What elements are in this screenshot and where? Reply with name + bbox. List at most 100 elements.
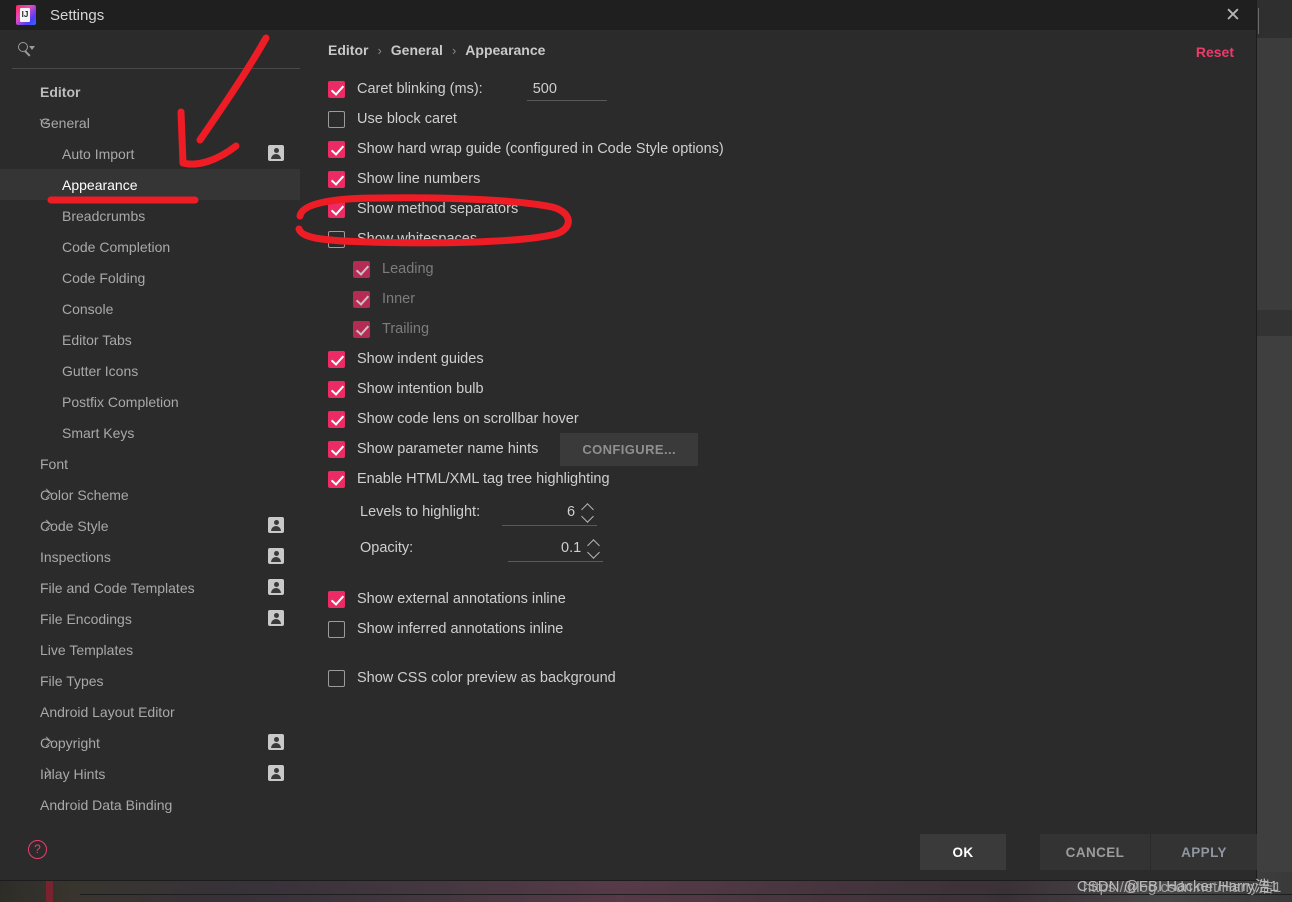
sidebar-search-row — [0, 30, 300, 68]
settings-main-panel: Editor › General › Appearance Reset Caret bl… — [300, 30, 1256, 828]
sidebar-item-label: File Encodings — [40, 610, 132, 627]
checkbox-show-whitespaces[interactable] — [328, 230, 345, 248]
dialog-body: Editor General Auto Import Appearance Breadc… — [0, 30, 1256, 828]
option-row: Show line numbers — [328, 164, 1228, 194]
ok-button[interactable]: OK — [920, 834, 1006, 870]
breadcrumb-item[interactable]: Appearance — [465, 42, 545, 58]
option-row: Show intention bulb — [328, 374, 1228, 404]
option-label: Leading — [382, 261, 434, 277]
settings-sidebar: Editor General Auto Import Appearance Breadc… — [0, 30, 300, 828]
sidebar-item-android-layout-editor[interactable]: Android Layout Editor — [0, 696, 300, 727]
checkbox-enable-html-xml-tag-tree-highlighting[interactable] — [328, 470, 345, 488]
search-icon[interactable] — [18, 42, 35, 58]
option-row: Show whitespaces — [328, 224, 1228, 254]
option-label: Show intention bulb — [357, 381, 484, 397]
checkbox-show-line-numbers[interactable] — [328, 170, 345, 188]
sidebar-item-code-completion[interactable]: Code Completion — [0, 231, 300, 262]
sidebar-item-android-data-binding[interactable]: Android Data Binding — [0, 789, 300, 820]
option-label: Show code lens on scrollbar hover — [357, 411, 579, 427]
watermark-line-b: https://blog.csdn.net/Harry浩1 — [1082, 879, 1282, 896]
sidebar-item-file-types[interactable]: File Types — [0, 665, 300, 696]
sidebar-item-auto-import[interactable]: Auto Import — [0, 138, 300, 169]
sidebar-item-label: Auto Import — [62, 145, 135, 162]
checkbox-caret-blinking-ms[interactable] — [328, 80, 345, 98]
spinner-field[interactable]: 6 — [502, 499, 598, 526]
checkbox-show-code-lens-on-scrollbar-hover[interactable] — [328, 410, 345, 428]
spinner-arrows[interactable] — [587, 538, 601, 560]
spinner-label: Opacity: — [360, 540, 414, 556]
user-scope-icon — [268, 579, 284, 595]
breadcrumb: Editor › General › Appearance — [328, 42, 545, 58]
checkbox-show-css-color-preview-as-background[interactable] — [328, 669, 345, 687]
spinner-field[interactable]: 0.1 — [508, 535, 604, 562]
sidebar-item-inspections[interactable]: Inspections — [0, 541, 300, 572]
breadcrumb-item[interactable]: Editor — [328, 42, 368, 58]
sidebar-item-smart-keys[interactable]: Smart Keys — [0, 417, 300, 448]
settings-dialog: Settings ✕ Editor General Auto Import Appea… — [0, 0, 1257, 880]
checkbox-show-external-annotations-inline[interactable] — [328, 590, 345, 608]
checkbox-show-parameter-name-hints[interactable] — [328, 440, 345, 458]
user-scope-icon — [268, 548, 284, 564]
reset-link[interactable]: Reset — [1196, 44, 1234, 60]
search-input[interactable] — [40, 36, 286, 62]
sidebar-item-live-templates[interactable]: Live Templates — [0, 634, 300, 665]
user-scope-icon — [268, 610, 284, 626]
spinner-row: Levels to highlight: 6 — [328, 494, 1228, 530]
sidebar-item-label: Live Templates — [40, 641, 134, 658]
checkbox-trailing — [353, 320, 370, 338]
option-row: Inner — [328, 284, 1228, 314]
appearance-options-list: Caret blinking (ms): Use block caret Show … — [328, 74, 1228, 693]
sidebar-item-color-scheme[interactable]: Color Scheme — [0, 479, 300, 510]
sidebar-item-general[interactable]: General — [0, 107, 300, 138]
caret-blinking-input[interactable] — [526, 77, 607, 101]
sidebar-item-copyright[interactable]: Copyright — [0, 727, 300, 758]
spinner-arrows[interactable] — [581, 502, 595, 524]
checkbox-show-intention-bulb[interactable] — [328, 380, 345, 398]
sidebar-item-postfix-completion[interactable]: Postfix Completion — [0, 386, 300, 417]
sidebar-item-label: Font — [40, 455, 69, 472]
sidebar-item-file-encodings[interactable]: File Encodings — [0, 603, 300, 634]
sidebar-item-gutter-icons[interactable]: Gutter Icons — [0, 355, 300, 386]
configure-button[interactable]: CONFIGURE... — [560, 432, 698, 466]
option-label: Show parameter name hints — [357, 441, 539, 457]
sidebar-item-font[interactable]: Font — [0, 448, 300, 479]
sidebar-item-label: Code Folding — [62, 269, 146, 286]
checkbox-use-block-caret[interactable] — [328, 110, 345, 128]
breadcrumb-item[interactable]: General — [391, 42, 443, 58]
sidebar-item-code-style[interactable]: Code Style — [0, 510, 300, 541]
option-label: Show whitespaces — [357, 231, 478, 247]
sidebar-item-console[interactable]: Console — [0, 293, 300, 324]
help-circle-icon[interactable]: ? — [28, 840, 47, 859]
search-underline — [12, 68, 300, 69]
checkbox-show-hard-wrap-guide-configured-in-code-style-options[interactable] — [328, 140, 345, 158]
dialog-footer: ? OK CANCEL APPLY — [0, 828, 1257, 880]
watermark: CSDN @FBI Hacker Harry浩1 https://blog.cs… — [1077, 875, 1282, 896]
option-row: Use block caret — [328, 104, 1228, 134]
spinner-row: Opacity: 0.1 — [328, 530, 1228, 566]
sidebar-item-breadcrumbs[interactable]: Breadcrumbs — [0, 200, 300, 231]
option-row: Show external annotations inline — [328, 584, 1228, 614]
checkbox-show-method-separators[interactable] — [328, 200, 345, 218]
sidebar-item-inlay-hints[interactable]: Inlay Hints — [0, 758, 300, 789]
checkbox-show-inferred-annotations-inline[interactable] — [328, 620, 345, 638]
apply-button[interactable]: APPLY — [1151, 834, 1257, 870]
sidebar-item-file-and-code-templates[interactable]: File and Code Templates — [0, 572, 300, 603]
option-label: Trailing — [382, 321, 430, 337]
sidebar-item-label: Gutter Icons — [62, 362, 139, 379]
breadcrumb-separator: › — [451, 42, 457, 58]
option-label: Inner — [382, 291, 416, 307]
checkbox-show-indent-guides[interactable] — [328, 350, 345, 368]
sidebar-item-editor-tabs[interactable]: Editor Tabs — [0, 324, 300, 355]
sidebar-item-label: Breadcrumbs — [62, 207, 146, 224]
background-right-pane — [1250, 0, 1292, 902]
sidebar-item-appearance[interactable]: Appearance — [0, 169, 300, 200]
sidebar-item-label: Inspections — [40, 548, 111, 565]
sidebar-item-label: Editor Tabs — [62, 331, 132, 348]
checkbox-inner — [353, 290, 370, 308]
option-label: Caret blinking (ms): — [357, 81, 483, 97]
sidebar-item-code-folding[interactable]: Code Folding — [0, 262, 300, 293]
close-icon[interactable]: ✕ — [1210, 0, 1256, 30]
cancel-button[interactable]: CANCEL — [1040, 834, 1150, 870]
